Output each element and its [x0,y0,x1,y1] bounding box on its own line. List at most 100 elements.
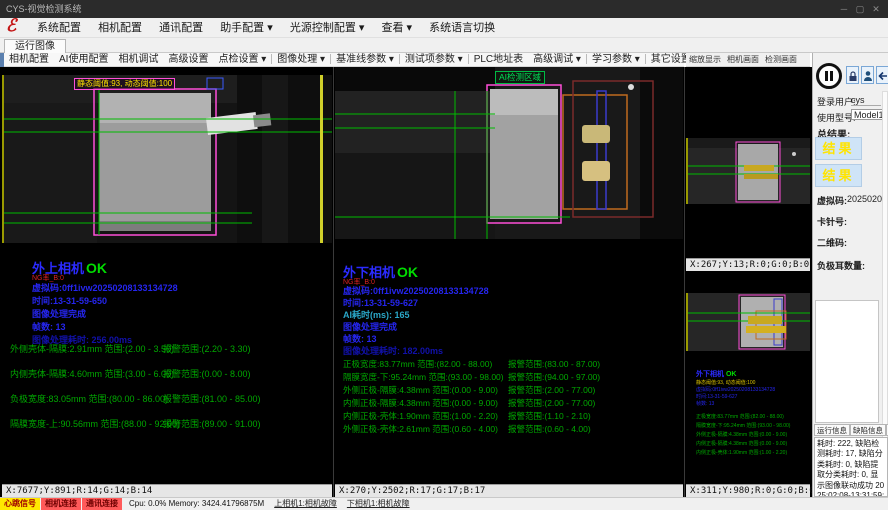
measurement-row: 正极宽度:83.77mm 范围:(82.00 - 88.00)报警范围:(83.… [343,358,683,370]
lock-icon [848,70,858,82]
mini-code-line: 虚拟码:0ff1ivw20250208133134728 [696,386,775,393]
pin-number-label: 卡针号: [817,215,847,228]
close-icon[interactable]: ✕ [868,0,884,18]
measurement-row: 内侧壳体-隔膜:4.60mm 范围:(3.00 - 6.00)报警范围:(0.0… [10,367,330,380]
camera-panel-upper[interactable]: 静态阈值:93, 动态阈值:100 外上相机OK NG率_B:0 虚拟码:0ff… [2,75,332,497]
mini-measurement-row: 内侧正极-隔膜:4.38mm 范围:(0.00 - 9.00) [696,440,787,447]
app-window: CYS-视觉检测系统 ─▢✕ ℰ 系统配置 相机配置 通讯配置 助手配置 ▾ 光… [0,0,888,522]
menu-camera-config[interactable]: 相机配置 [91,18,149,38]
status-ok: OK [397,264,418,280]
login-user-value[interactable]: cys [851,95,881,106]
user-icon [863,70,873,82]
result-list-box[interactable] [815,300,879,423]
camera-panel-lower[interactable]: AI检测区域 外下相机OK NG率_B:0 虚拟码:0ff1ivw2025020… [335,67,683,497]
tool-learning-params[interactable]: 学习参数 ▾ [587,53,645,67]
measurement-row: 内侧正极-壳体:1.90mm 范围:(1.00 - 2.20)报警范围:(1.1… [343,410,683,422]
preview-panel-top[interactable]: X:267;Y:13;R:0;G:0;B:0 [686,70,810,271]
virtual-code-line: 虚拟码:0ff1ivw20250208133134728 [32,281,178,294]
pixel-coordinate-bar: X:267;Y:13;R:0;G:0;B:0 [686,258,810,271]
mini-time-line: 时间:13-31-59-627 [696,393,737,400]
heartbeat-badge: 心跳信号 [0,498,40,510]
mini-measurement-row: 内侧正极-壳体:1.90mm 范围:(1.00 - 2.20) [696,449,787,456]
tab-defect-info[interactable]: 缺陷信息 [850,424,886,436]
menu-assistant-config[interactable]: 助手配置 ▾ [213,18,280,38]
pixel-coordinate-bar: X:270;Y:2502;R:17;G:17;B:17 [335,484,683,497]
app-logo-icon: ℰ [6,16,16,36]
tab-run-image[interactable]: 运行图像 [4,39,66,53]
status-bar: 心跳信号相机连接通讯连接Cpu: 0.0% Memory: 3424.41796… [0,497,888,510]
panel-separator [684,67,685,497]
qr-code-label: 二维码: [817,236,847,249]
ai-region-label: AI检测区域 [495,71,545,84]
tool-baseline-params[interactable]: 基准线参数 ▾ [331,53,399,67]
preview-header: 缩放显示相机画面检测画面 [686,53,810,67]
tool-advanced-debug[interactable]: 高级调试 ▾ [528,53,586,67]
menu-comm-config[interactable]: 通讯配置 [152,18,210,38]
pixel-coordinate-bar: X:311;Y:980;R:0;G:0;B:0 [686,484,810,497]
measurement-row: 外侧壳体-隔膜:2.91mm 范围:(2.00 - 3.50)报警范围:(2.2… [10,342,330,355]
threshold-label: 静态阈值:93, 动态阈值:100 [74,78,175,90]
measurement-row: 外侧正极-壳体:2.61mm 范围:(0.60 - 4.00)报警范围:(0.6… [343,423,683,435]
back-button[interactable] [876,66,888,84]
pixel-coordinate-bar: X:7677;Y:891;R:14;G:14;B:14 [2,484,332,497]
user-button[interactable] [861,66,874,84]
result-box-1: 结果 [815,137,862,160]
upper-camera-fault-text: 上相机1:相机故障 [274,499,337,508]
camera-image-upper[interactable]: 静态阈值:93, 动态阈值:100 [2,75,332,243]
bottom-strip [0,510,888,522]
result-box-2: 结果 [815,164,862,187]
mini-measurement-row: 正极宽度:83.77mm 范围:(82.00 - 88.00) [696,413,784,420]
time-line: 时间:13-31-59-650 [32,294,107,307]
tool-camera-debug[interactable]: 相机调试 [113,53,163,67]
preview-photo-top [686,70,810,258]
measurement-row: 隔膜宽度-下:95.24mm 范围:(93.00 - 98.00)报警范围:(9… [343,371,683,383]
title-bar: CYS-视觉检测系统 ─▢✕ [0,0,888,18]
lower-camera-fault-text: 下相机1:相机故障 [347,499,410,508]
neg-tab-count-label: 负极耳数量: [817,259,865,272]
menu-language-switch[interactable]: 系统语言切换 [422,18,502,38]
preview-detect-view-label[interactable]: 检测画面 [762,55,800,64]
back-arrow-icon [877,70,888,82]
menu-system-config[interactable]: 系统配置 [30,18,88,38]
tool-camera-config[interactable]: 相机配置 [4,53,54,67]
run-log-box[interactable]: 耗时: 222, 缺陷检测耗时: 17, 缺陷分类耗时: 0, 缺陷提取分类耗时… [814,437,888,497]
minimize-icon[interactable]: ─ [836,0,852,18]
menu-bar: ℰ 系统配置 相机配置 通讯配置 助手配置 ▾ 光源控制配置 ▾ 查看 ▾ 系统… [0,18,888,38]
menu-view[interactable]: 查看 ▾ [374,18,419,38]
comm-connect-badge: 通讯连接 [82,498,122,510]
tool-ai-config[interactable]: AI使用配置 [54,53,113,67]
preview-camera-view-label[interactable]: 相机画面 [724,55,762,64]
model-label: 使用型号: [817,111,856,124]
camera-image-lower[interactable]: AI检测区域 [335,67,683,239]
measurement-row: 负极宽度:83.05mm 范围:(80.00 - 86.00)报警范围:(81.… [10,392,330,405]
tool-plc-table[interactable]: PLC地址表 [469,53,528,67]
preview-panel-bottom[interactable]: 外下相机 OK 静态阈值:93, 动态阈值:100 虚拟码:0ff1ivw202… [686,283,810,497]
mini-camera-title: 外下相机 OK [696,369,736,379]
pause-button[interactable] [816,63,842,89]
tool-spot-check[interactable]: 点检设置 ▾ [213,53,271,67]
measurement-row: 内侧正极-隔膜:4.38mm 范围:(0.00 - 9.00)报警范围:(2.0… [343,397,683,409]
lock-button[interactable] [846,66,859,84]
camera-photo-lower [335,67,683,239]
sidebar: 登录用户: cys 使用型号: Model1 总结果: 结果 结果 虚拟码: 2… [812,53,888,497]
run-log-text: 耗时: 222, 缺陷检测耗时: 17, 缺陷分类耗时: 0, 缺陷提取分类耗时… [817,439,884,497]
maximize-icon[interactable]: ▢ [852,0,868,18]
tool-image-processing[interactable]: 图像处理 ▾ [272,53,330,67]
status-ok: OK [86,260,107,276]
measurement-row: 外侧正极-隔膜:4.38mm 范围:(0.00 - 9.00)报警范围:(2.0… [343,384,683,396]
mini-measurement-row: 外侧正极-隔膜:4.38mm 范围:(0.00 - 9.00) [696,431,787,438]
mini-measurement-row: 隔膜宽度-下:95.24mm 范围:(93.00 - 98.00) [696,422,790,429]
preview-zoom-label[interactable]: 缩放显示 [686,55,724,64]
menu-light-control[interactable]: 光源控制配置 ▾ [283,18,372,38]
info-tabs: 运行信息缺陷信息统计信息 [814,424,888,437]
tab-strip: 运行图像 [0,38,888,53]
mini-threshold-line: 静态阈值:93, 动态阈值:100 [696,379,755,386]
tab-run-info[interactable]: 运行信息 [814,424,850,436]
login-user-label: 登录用户: [817,95,856,108]
camera-photo-upper [2,75,332,243]
camera-connect-badge: 相机连接 [41,498,81,510]
process-time-line: 图像处理耗时: 182.00ms [343,344,443,357]
toolbar: 相机配置AI使用配置相机调试高级设置点检设置 ▾图像处理 ▾基准线参数 ▾测试项… [0,53,684,67]
tool-advanced-settings[interactable]: 高级设置 [163,53,213,67]
tool-test-params[interactable]: 测试项参数 ▾ [400,53,468,67]
